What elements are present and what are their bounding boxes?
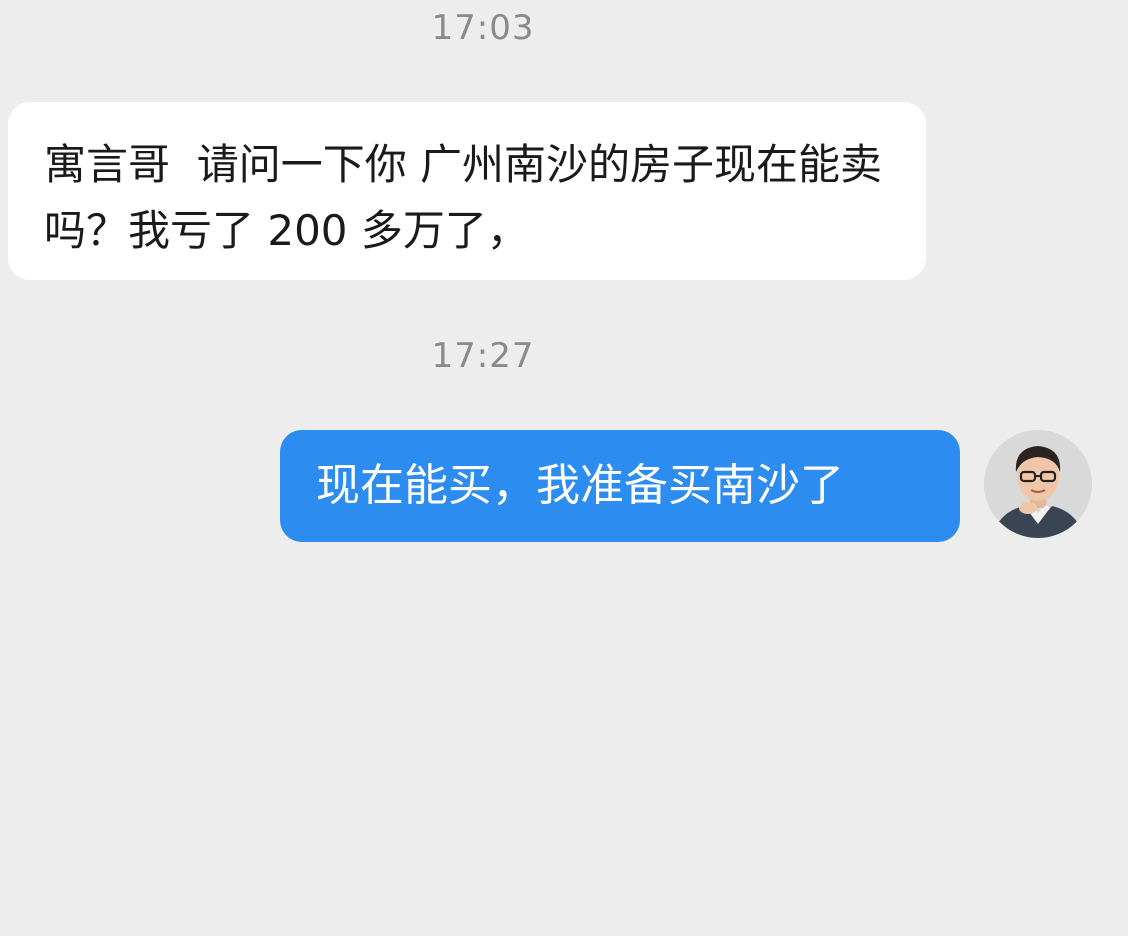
message-timestamp: 17:27 [431,336,535,376]
user-avatar[interactable] [984,430,1092,538]
incoming-message-bubble[interactable]: 寓言哥 请问一下你 广州南沙的房子现在能卖吗？我亏了 200 多万了， [8,102,926,280]
avatar-portrait-icon [984,430,1092,538]
outgoing-message-bubble[interactable]: 现在能买，我准备买南沙了 [280,430,960,542]
chat-thread[interactable]: 17:03 寓言哥 请问一下你 广州南沙的房子现在能卖吗？我亏了 200 多万了… [0,0,1128,936]
message-timestamp: 17:03 [431,8,535,48]
